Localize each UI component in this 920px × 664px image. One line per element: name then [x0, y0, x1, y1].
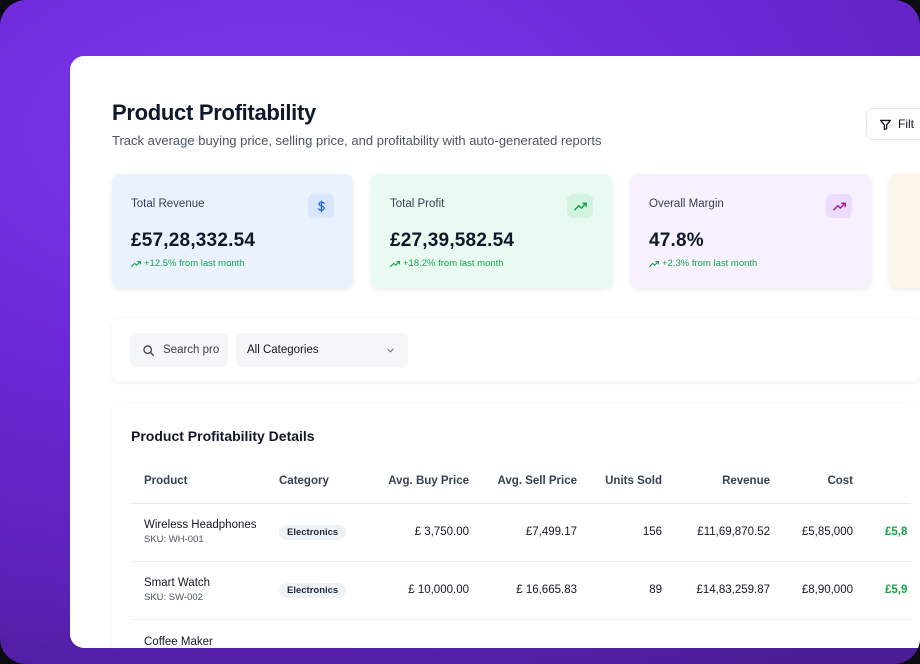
column-header-units-sold[interactable]: Units Sold: [577, 460, 662, 504]
search-input[interactable]: [163, 344, 228, 356]
card-trend: +12.5% from last month: [131, 258, 245, 269]
product-cell: Coffee Maker: [131, 619, 279, 648]
cost-cell: £5,85,000: [770, 503, 853, 562]
units-sold-cell: 156: [577, 503, 662, 562]
filter-icon: [879, 119, 892, 130]
filter-button-label: Filt: [898, 117, 914, 131]
column-header-product[interactable]: Product: [131, 460, 279, 504]
avg-buy-price-cell: £ 10,000.00: [365, 561, 469, 620]
category-select-value: All Categories: [247, 344, 319, 356]
overall-margin-card: Overall Margin 47.8% +2.3% from last mon…: [630, 174, 871, 288]
product-sku: SKU: SW-002: [144, 592, 203, 603]
table-header-row: Product Category Avg. Buy Price Avg. Sel…: [131, 460, 911, 504]
card-trend: +18.2% from last month: [390, 258, 504, 269]
card-value: £57,28,332.54: [131, 230, 256, 251]
avg-sell-price-cell: £7,499.17: [469, 503, 577, 562]
table-row[interactable]: Smart Watch SKU: SW-002 Electronics £ 10…: [131, 561, 911, 620]
chevron-down-icon: [387, 348, 394, 352]
profit-cell: [853, 619, 911, 648]
category-badge: Electronics: [279, 524, 347, 540]
profitability-table-card: Product Profitability Details Product Ca…: [112, 404, 920, 648]
card-trend-text: +2.3% from last month: [662, 258, 758, 269]
category-cell: Electronics: [279, 561, 365, 620]
column-header-cost[interactable]: Cost: [770, 460, 853, 504]
units-sold-cell: 89: [577, 561, 662, 620]
category-cell: [279, 619, 365, 648]
card-trend-text: +18.2% from last month: [403, 258, 504, 269]
trend-up-icon: [649, 260, 659, 267]
revenue-cell: £14,83,259.87: [662, 561, 770, 620]
main-panel: Product Profitability Track average buyi…: [70, 56, 920, 648]
units-sold-cell: [577, 619, 662, 648]
card-trend-text: +12.5% from last month: [144, 258, 245, 269]
column-header-revenue[interactable]: Revenue: [662, 460, 770, 504]
avg-buy-price-cell: [365, 619, 469, 648]
search-icon: [143, 344, 155, 356]
trend-up-icon: [567, 194, 593, 218]
column-header-avg-buy-price[interactable]: Avg. Buy Price: [365, 460, 469, 504]
table-title: Product Profitability Details: [131, 428, 315, 444]
product-cell: Smart Watch SKU: SW-002: [131, 561, 279, 620]
profit-cell: £5,9: [853, 561, 911, 620]
profitability-table: Product Category Avg. Buy Price Avg. Sel…: [131, 460, 911, 648]
trend-up-icon: [826, 194, 852, 218]
category-select[interactable]: All Categories: [236, 333, 408, 367]
revenue-cell: £11,69,870.52: [662, 503, 770, 562]
product-name: Coffee Maker: [144, 635, 213, 648]
avg-buy-price-cell: £ 3,750.00: [365, 503, 469, 562]
category-cell: Electronics: [279, 503, 365, 562]
card-label: Total Profit: [390, 198, 445, 210]
product-name: Smart Watch: [144, 577, 211, 589]
column-header-category[interactable]: Category: [279, 460, 365, 504]
product-cell: Wireless Headphones SKU: WH-001: [131, 503, 279, 562]
page-title: Product Profitability: [112, 100, 316, 125]
cost-cell: [770, 619, 853, 648]
dollar-icon: [308, 194, 334, 218]
product-name: Wireless Headphones: [144, 519, 257, 531]
trend-up-icon: [131, 260, 141, 267]
table-row[interactable]: Wireless Headphones SKU: WH-001 Electron…: [131, 503, 911, 562]
card-label: Overall Margin: [649, 198, 724, 210]
total-revenue-card: Total Revenue £57,28,332.54 +12.5% from …: [112, 174, 353, 288]
filter-button[interactable]: Filt: [866, 108, 920, 140]
card-label: Total Revenue: [131, 198, 205, 210]
filter-toolbar: All Categories: [112, 318, 920, 382]
column-header-avg-sell-price[interactable]: Avg. Sell Price: [469, 460, 577, 504]
card-value: 47.8%: [649, 230, 704, 251]
app-frame: Product Profitability Track average buyi…: [0, 0, 920, 664]
page-subtitle: Track average buying price, selling pric…: [112, 133, 602, 148]
profit-cell: £5,8: [853, 503, 911, 562]
avg-sell-price-cell: [469, 619, 577, 648]
card-value: £27,39,582.54: [390, 230, 515, 251]
trend-up-icon: [390, 260, 400, 267]
search-box[interactable]: [130, 333, 228, 367]
card-trend: +2.3% from last month: [649, 258, 757, 269]
product-sku: SKU: WH-001: [144, 534, 204, 545]
fourth-card-partial: [889, 174, 920, 288]
category-badge: Electronics: [279, 582, 347, 598]
revenue-cell: [662, 619, 770, 648]
avg-sell-price-cell: £ 16,665.83: [469, 561, 577, 620]
table-row[interactable]: Coffee Maker: [131, 619, 911, 648]
column-header-profit: [853, 460, 911, 504]
total-profit-card: Total Profit £27,39,582.54 +18.2% from l…: [371, 174, 612, 288]
cost-cell: £8,90,000: [770, 561, 853, 620]
